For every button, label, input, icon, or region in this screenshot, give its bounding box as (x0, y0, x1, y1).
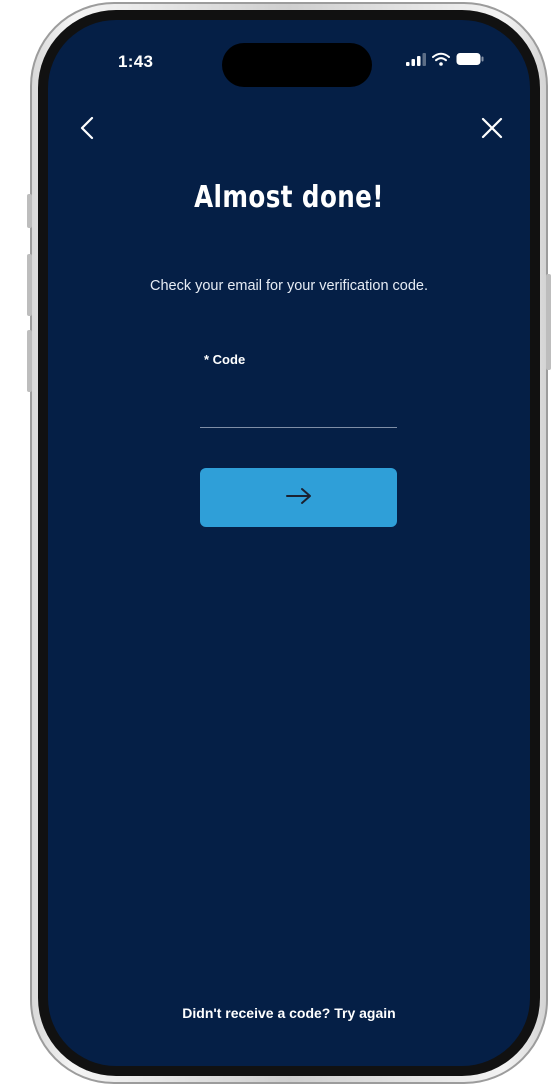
submit-button[interactable] (200, 468, 397, 527)
status-icons (406, 52, 484, 71)
page-title: Almost done! (194, 180, 384, 215)
battery-icon (456, 52, 484, 71)
signal-icon (406, 52, 426, 71)
app-screen: 1:43 Almost done! Check your email for y… (48, 20, 530, 1066)
side-button (27, 254, 32, 316)
code-field-label: * Code (204, 352, 246, 367)
close-button[interactable] (472, 110, 512, 150)
resend-code-row: Didn't receive a code? Try again (48, 1005, 530, 1021)
resend-prompt: Didn't receive a code? (182, 1005, 335, 1021)
dynamic-island (222, 43, 372, 87)
arrow-right-icon (285, 487, 313, 508)
chevron-left-icon (78, 116, 98, 145)
try-again-link[interactable]: Try again (334, 1005, 395, 1021)
wifi-icon (432, 52, 450, 71)
code-input[interactable] (200, 392, 397, 428)
close-icon (480, 116, 504, 145)
status-bar: 1:43 (48, 20, 530, 87)
side-button (546, 274, 551, 370)
phone-bezel: 1:43 Almost done! Check your email for y… (38, 10, 540, 1076)
side-button (27, 194, 32, 228)
side-button (27, 330, 32, 392)
phone-frame: 1:43 Almost done! Check your email for y… (27, 2, 551, 1084)
back-button[interactable] (68, 110, 108, 150)
page-subtitle: Check your email for your verification c… (149, 278, 429, 294)
status-time: 1:43 (118, 52, 154, 71)
